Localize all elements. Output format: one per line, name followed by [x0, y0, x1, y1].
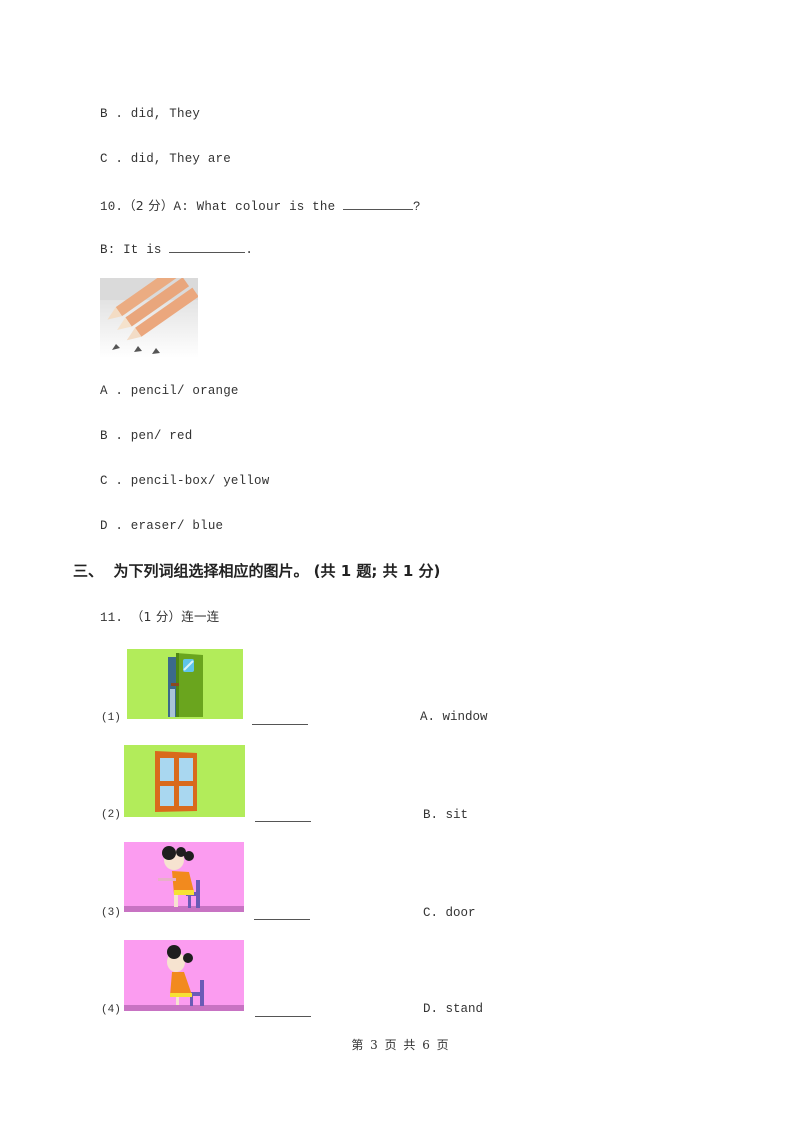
q10-option-a: A . pencil/ orange — [100, 384, 239, 398]
item-2-answer-blank[interactable] — [255, 821, 311, 822]
q10-answer-line: B: It is . — [100, 242, 253, 257]
q10-blank-b — [169, 242, 246, 253]
option-c-door: C. door — [423, 906, 476, 920]
item-1-answer-blank[interactable] — [252, 724, 308, 725]
option-d-stand: D. stand — [423, 1002, 484, 1016]
q9-option-c: C . did, They are — [100, 152, 231, 166]
section-3-heading: 三、 为下列词组选择相应的图片。 (共 1 题; 共 1 分) — [73, 562, 441, 580]
item-3-label: (3) — [101, 907, 121, 919]
item-4-label: (4) — [101, 1004, 121, 1016]
window-image — [124, 745, 245, 817]
q11-number: 11. — [100, 611, 124, 625]
item-2-label: (2) — [101, 809, 121, 821]
option-b-sit: B. sit — [423, 808, 469, 822]
pencils-image — [100, 278, 198, 358]
q10-option-b: B . pen/ red — [100, 429, 193, 443]
q10-prompt-a-end: ? — [412, 200, 421, 214]
q11-instruction: 连一连 — [181, 609, 220, 624]
girl-sitting-image — [124, 842, 244, 912]
q11-question: 11. （1 分）连一连 — [100, 606, 219, 625]
page-footer: 第 3 页 共 6 页 — [351, 1038, 449, 1052]
item-1-label: (1) — [101, 712, 121, 724]
q10-number: 10. — [100, 200, 124, 214]
q10-prompt-b-end: . — [245, 243, 254, 257]
q10-prompt-b: B: It is — [100, 243, 170, 257]
item-3-answer-blank[interactable] — [254, 919, 310, 920]
item-4-answer-blank[interactable] — [255, 1016, 311, 1017]
q10-option-c: C . pencil-box/ yellow — [100, 474, 270, 488]
q10-points: （2 分） — [123, 198, 174, 213]
q9-option-b: B . did, They — [100, 107, 201, 121]
door-image — [127, 649, 243, 719]
q10-blank-a — [342, 199, 413, 210]
option-a-window: A. window — [420, 710, 488, 724]
q10-question: 10.（2 分）A: What colour is the ? — [100, 195, 421, 214]
q10-prompt-a: A: What colour is the — [173, 200, 343, 214]
q11-points: （1 分） — [130, 609, 182, 624]
q10-option-d: D . eraser/ blue — [100, 519, 224, 533]
girl-standing-image — [124, 940, 244, 1011]
